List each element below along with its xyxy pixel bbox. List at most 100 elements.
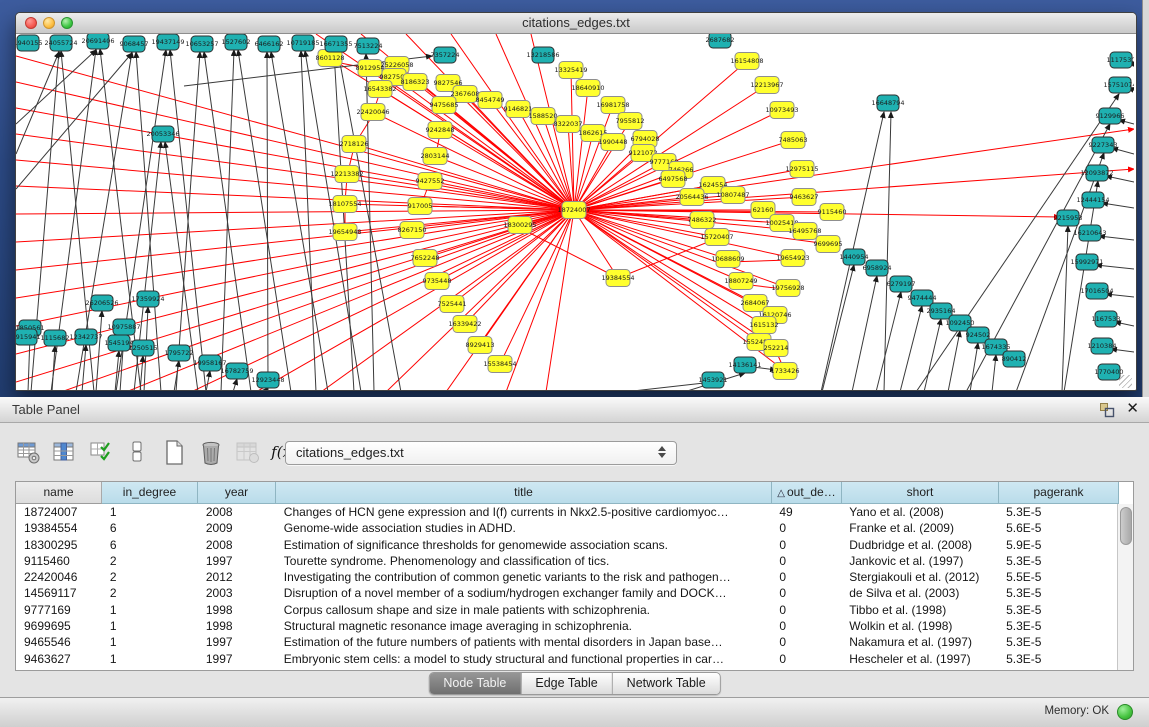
select-all-columns-icon[interactable] bbox=[89, 439, 115, 467]
graph-node-label: 16210643 bbox=[1073, 229, 1106, 237]
float-panel-icon[interactable] bbox=[1099, 402, 1115, 418]
graph-edge[interactable] bbox=[884, 112, 891, 390]
table-row[interactable]: 1872400712008Changes of HCN gene express… bbox=[16, 504, 1118, 520]
graph-node-label: 9735448 bbox=[423, 277, 452, 285]
graph-edge[interactable] bbox=[948, 331, 960, 390]
graph-node-label: 17359924 bbox=[131, 295, 164, 303]
table-selector-value: citations_edges.txt bbox=[296, 445, 404, 460]
graph-edge[interactable] bbox=[16, 56, 574, 210]
resize-grip-icon[interactable] bbox=[1119, 375, 1132, 388]
table-body: 1872400712008Changes of HCN gene express… bbox=[16, 504, 1118, 670]
graph-node-label: 12342737 bbox=[69, 333, 102, 341]
table-row[interactable]: 1830029562008Estimation of significance … bbox=[16, 537, 1118, 553]
graph-edge[interactable] bbox=[992, 355, 996, 390]
graph-edge[interactable] bbox=[16, 210, 574, 298]
graph-node-label: 9068457 bbox=[120, 40, 149, 48]
table-selector-dropdown[interactable]: citations_edges.txt bbox=[285, 441, 677, 465]
graph-edge[interactable] bbox=[206, 371, 210, 390]
table-row[interactable]: 911546021997Tourette syndrome. Phenomeno… bbox=[16, 553, 1118, 569]
graph-node-label: 20053346 bbox=[146, 130, 179, 138]
network-window: citations_edges.txt 18724007183002958601… bbox=[15, 12, 1137, 391]
table-cell: Nakamura et al. (1997) bbox=[841, 634, 998, 650]
network-canvas[interactable]: 1872400718300295860112889129542522605898… bbox=[16, 34, 1134, 390]
close-panel-icon[interactable]: ✕ bbox=[1126, 399, 1139, 417]
graph-node-label: 3915941 bbox=[16, 333, 40, 341]
column-header-short[interactable]: short bbox=[842, 482, 999, 504]
graph-edge[interactable] bbox=[852, 276, 877, 390]
tab-network-table[interactable]: Network Table bbox=[612, 673, 720, 694]
graph-node-label: 26206526 bbox=[85, 299, 118, 307]
graph-edge[interactable] bbox=[924, 319, 941, 390]
table-row[interactable]: 977716911998Corpus callosum shape and si… bbox=[16, 602, 1118, 618]
table-cell: 1997 bbox=[198, 553, 276, 569]
tab-edge-table[interactable]: Edge Table bbox=[520, 673, 611, 694]
graph-node-label: 20691406 bbox=[81, 37, 114, 45]
graph-node-label: 7955812 bbox=[616, 117, 645, 125]
graph-edge[interactable] bbox=[546, 210, 574, 390]
graph-edge[interactable] bbox=[233, 379, 237, 390]
tab-node-table[interactable]: Node Table bbox=[429, 673, 520, 694]
graph-edge[interactable] bbox=[900, 306, 922, 390]
delete-table-icon[interactable] bbox=[198, 439, 224, 467]
graph-edge[interactable] bbox=[238, 50, 291, 390]
graph-edge[interactable] bbox=[267, 52, 268, 390]
graph-edge[interactable] bbox=[1016, 153, 1104, 390]
graph-edge[interactable] bbox=[876, 292, 901, 390]
memory-status-led-icon bbox=[1117, 704, 1133, 720]
graph-node-label: 16543382 bbox=[363, 85, 396, 93]
column-header-year[interactable]: year bbox=[198, 482, 276, 504]
table-panel-titlebar: Table Panel ✕ bbox=[0, 397, 1149, 423]
table-row[interactable]: 946362711997Embryonic stem cells: a mode… bbox=[16, 651, 1118, 667]
memory-status-label: Memory: OK bbox=[1044, 705, 1109, 717]
graph-edge[interactable] bbox=[16, 134, 574, 210]
graph-edge[interactable] bbox=[1062, 226, 1068, 390]
network-window-titlebar[interactable]: citations_edges.txt bbox=[16, 13, 1136, 34]
graph-node-label: 18300295 bbox=[503, 221, 536, 229]
unselect-all-columns-icon[interactable] bbox=[125, 439, 151, 467]
citation-network-graph[interactable]: 1872400718300295860112889129542522605898… bbox=[16, 34, 1134, 390]
graph-edge[interactable] bbox=[334, 52, 354, 390]
column-header-title[interactable]: title bbox=[276, 482, 772, 504]
modify-table-icon[interactable] bbox=[16, 439, 42, 467]
table-row[interactable]: 1456911722003Disruption of a novel membe… bbox=[16, 585, 1118, 601]
vertical-scrollbar[interactable] bbox=[1117, 504, 1133, 670]
table-cell: 14569117 bbox=[16, 585, 102, 601]
scrollbar-thumb[interactable] bbox=[1120, 507, 1132, 545]
graph-node-label: 1615132 bbox=[750, 321, 779, 329]
delete-column-icon[interactable] bbox=[235, 439, 261, 467]
table-row[interactable]: 969969511998Structural magnetic resonanc… bbox=[16, 618, 1118, 634]
column-header-in_degree[interactable]: in_degree bbox=[102, 482, 198, 504]
table-cell: 6 bbox=[102, 537, 198, 553]
table-row[interactable]: 1938455462009Genome-wide association stu… bbox=[16, 520, 1118, 536]
column-header-name[interactable]: name bbox=[16, 482, 102, 504]
graph-edge[interactable] bbox=[16, 210, 574, 214]
graph-edge[interactable] bbox=[16, 50, 96, 124]
create-table-icon[interactable] bbox=[162, 439, 188, 467]
graph-node-label: 1674335 bbox=[982, 343, 1011, 351]
graph-edge[interactable] bbox=[822, 265, 854, 390]
graph-node-label: 1990448 bbox=[599, 138, 628, 146]
table-type-tabs: Node TableEdge TableNetwork Table bbox=[428, 672, 720, 695]
table-toolbar: f(x) bbox=[16, 439, 303, 469]
graph-node-label: 7652248 bbox=[411, 254, 440, 262]
graph-edge[interactable] bbox=[970, 343, 978, 390]
show-columns-icon[interactable] bbox=[52, 439, 78, 467]
graph-edge[interactable] bbox=[221, 50, 234, 390]
column-header-pagerank[interactable]: pagerank bbox=[999, 482, 1119, 504]
graph-edge[interactable] bbox=[271, 52, 328, 390]
column-header-out_de[interactable]: △out_de… bbox=[772, 482, 842, 504]
table-row[interactable]: 2242004622012Investigating the contribut… bbox=[16, 569, 1118, 585]
graph-node-label: 13325419 bbox=[554, 66, 587, 74]
graph-node-label: 7485063 bbox=[779, 136, 808, 144]
graph-node-label: 9129966 bbox=[1096, 112, 1125, 120]
graph-node-label: 12213382 bbox=[330, 170, 363, 178]
table-cell: 5.3E-5 bbox=[998, 553, 1118, 569]
graph-node-label: 1440954 bbox=[840, 253, 869, 261]
table-cell: 2003 bbox=[198, 585, 276, 601]
graph-edge[interactable] bbox=[574, 210, 618, 278]
graph-edge[interactable] bbox=[574, 133, 593, 210]
graph-edge[interactable] bbox=[176, 52, 200, 390]
graph-node-label: 6958924 bbox=[863, 264, 892, 272]
table-row[interactable]: 946554611997Estimation of the future num… bbox=[16, 634, 1118, 650]
graph-node-label: 12923448 bbox=[251, 376, 284, 384]
